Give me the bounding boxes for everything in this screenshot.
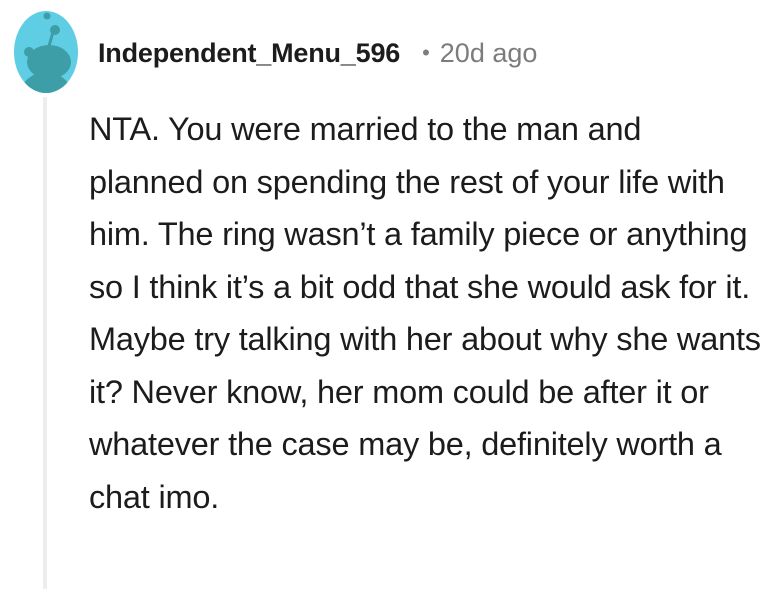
reddit-snoo-avatar-icon[interactable]	[13, 10, 79, 94]
comment: Independent_Menu_596 • 20d ago NTA. You …	[0, 0, 765, 589]
meta-separator: •	[422, 40, 430, 65]
thread-line[interactable]	[43, 97, 47, 589]
author-username[interactable]: Independent_Menu_596	[98, 38, 400, 69]
comment-body: NTA. You were married to the man and pla…	[89, 111, 761, 515]
comment-timestamp[interactable]: 20d ago	[440, 38, 538, 69]
comment-header: Independent_Menu_596 • 20d ago	[98, 33, 537, 73]
